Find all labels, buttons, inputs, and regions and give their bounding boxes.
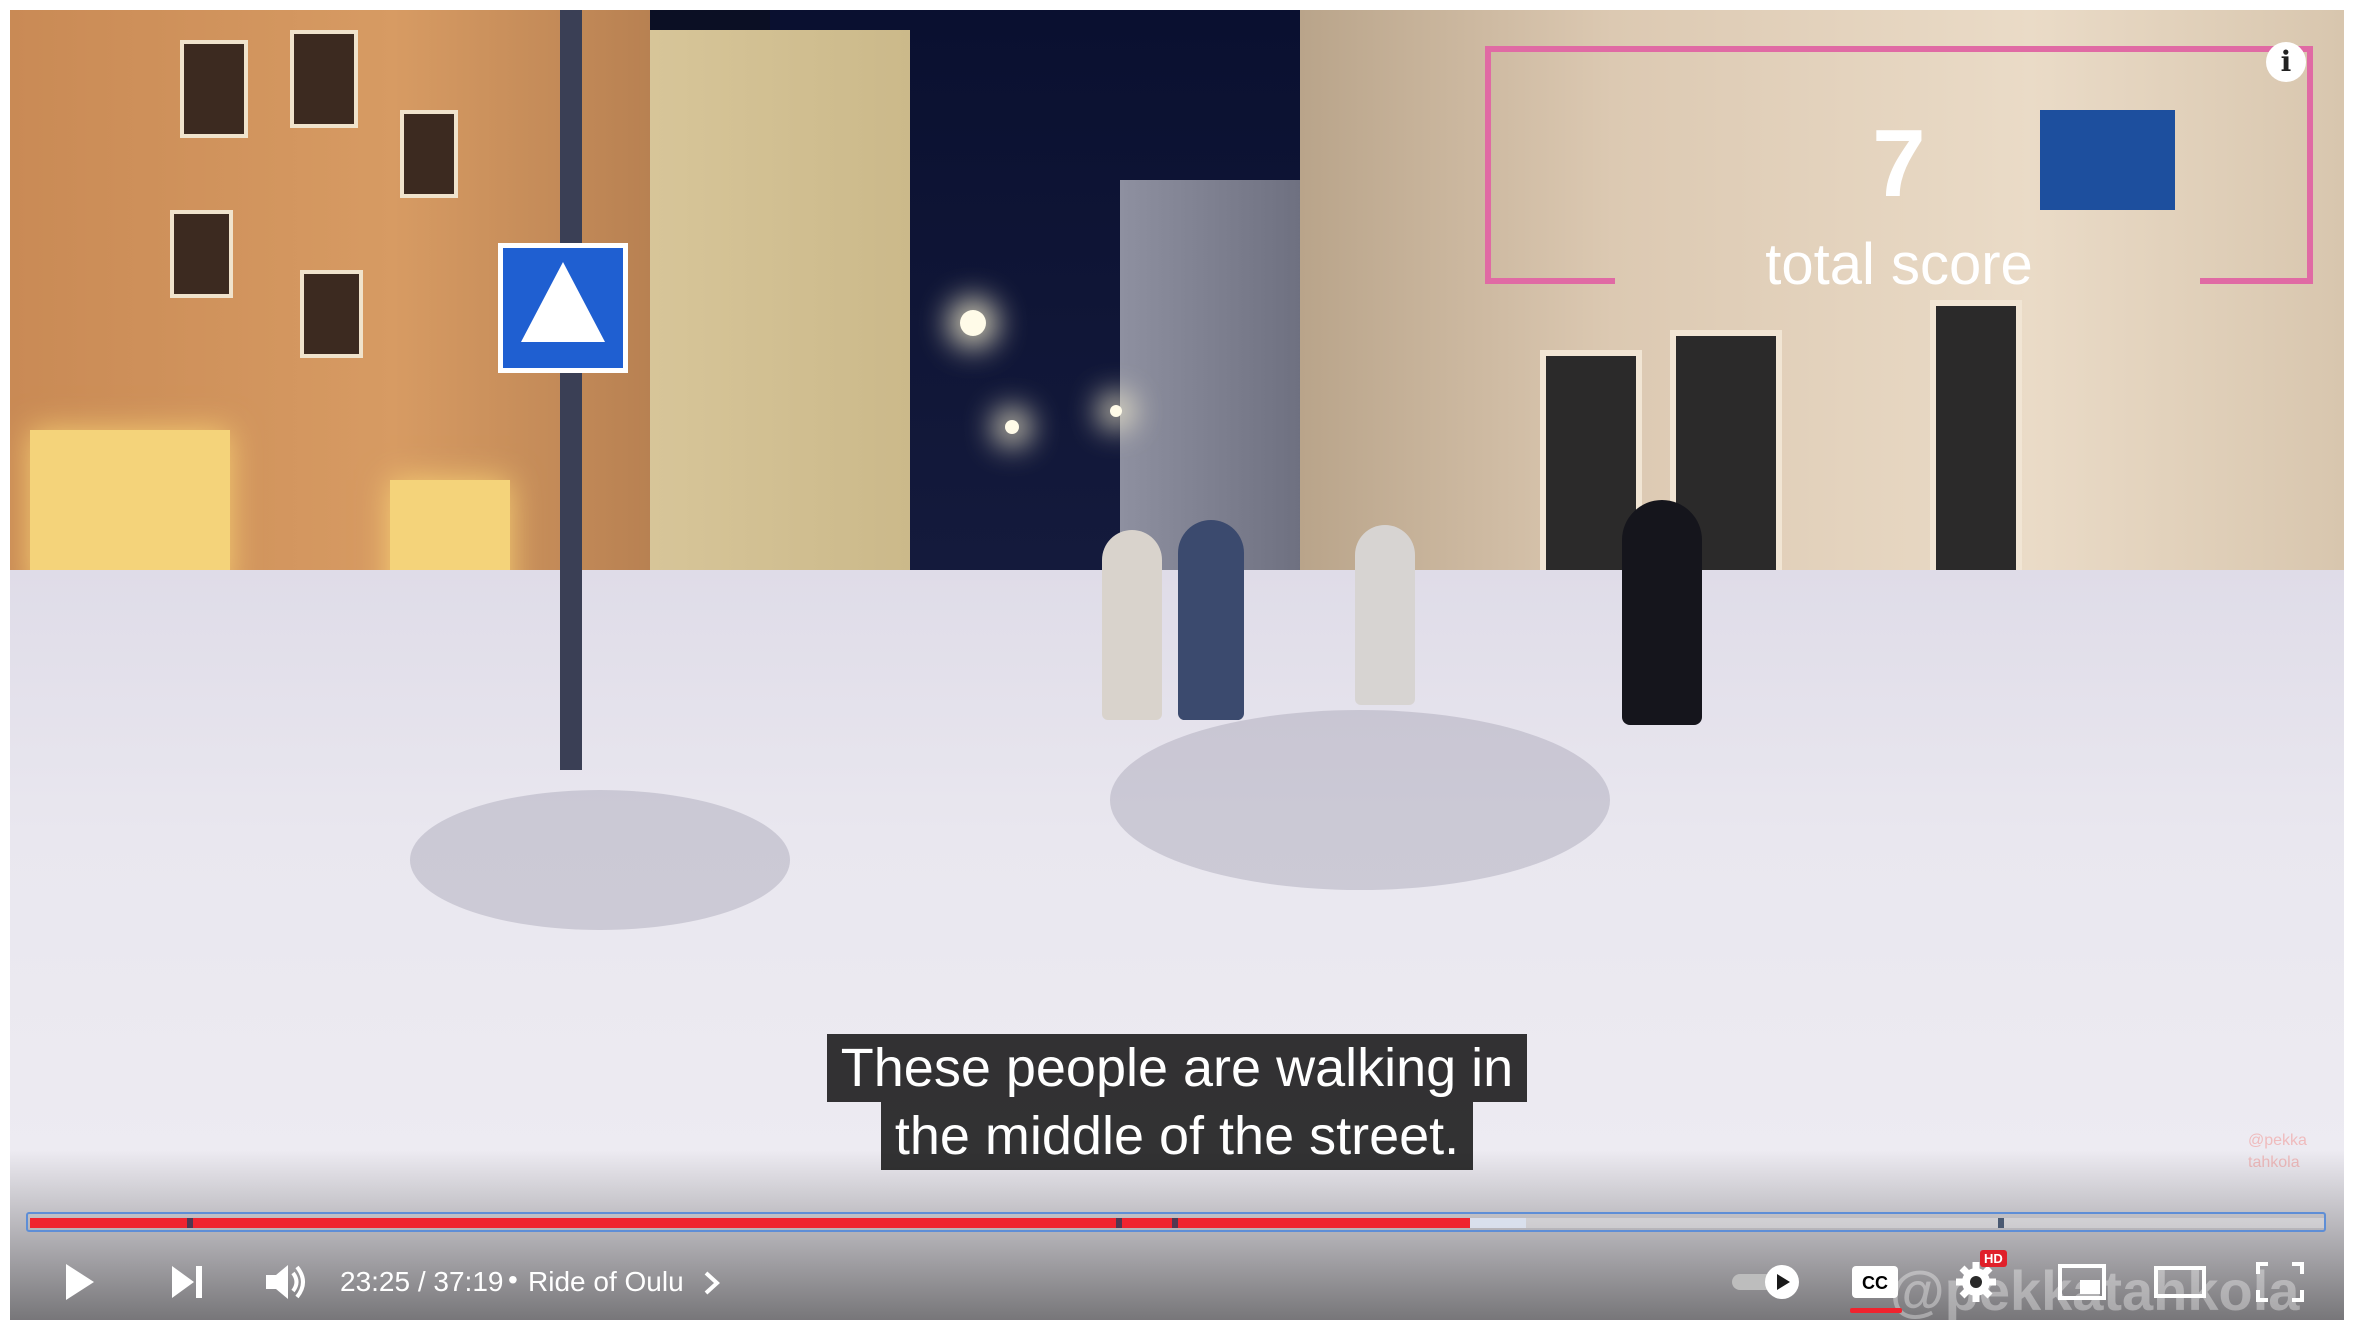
- street-lamp: [1005, 420, 1019, 434]
- svg-text:CC: CC: [1862, 1273, 1888, 1293]
- progress-bar[interactable]: [30, 1218, 2324, 1228]
- volume-icon: [266, 1265, 305, 1299]
- video-player[interactable]: 7 total score i @pekka tahkola These peo…: [10, 10, 2344, 1320]
- chapter-chevron[interactable]: [700, 1268, 724, 1303]
- fullscreen-icon: [2256, 1262, 2304, 1302]
- score-overlay: 7 total score: [1485, 46, 2313, 294]
- building-window: [290, 30, 358, 128]
- score-frame-top: [1485, 46, 2313, 52]
- snow-track: [410, 790, 790, 930]
- pedestrian: [1102, 530, 1162, 720]
- chapter-marker: [1998, 1218, 2005, 1228]
- captions-active-indicator: [1850, 1308, 1902, 1313]
- pedestrian-crossing-sign: [498, 243, 628, 373]
- theater-mode-button[interactable]: [2150, 1254, 2210, 1310]
- fullscreen-button[interactable]: [2250, 1254, 2310, 1310]
- chapter-marker: [1116, 1218, 1123, 1228]
- captions-icon: CC: [1852, 1266, 1898, 1298]
- street-lamp: [1110, 405, 1122, 417]
- progress-played: [30, 1218, 1470, 1228]
- theater-icon: [2154, 1266, 2206, 1298]
- score-label: total score: [1765, 232, 2033, 297]
- chevron-right-icon: [704, 1271, 720, 1295]
- captions-button[interactable]: CC: [1846, 1254, 1906, 1310]
- mute-button[interactable]: [258, 1254, 314, 1310]
- chapter-marker: [1172, 1218, 1179, 1228]
- autoplay-toggle-icon: [1732, 1265, 1799, 1299]
- autoplay-toggle[interactable]: [1728, 1254, 1808, 1310]
- play-icon: [66, 1264, 94, 1300]
- next-icon: [172, 1266, 202, 1298]
- street-lamp: [960, 310, 986, 336]
- building-window: [180, 40, 248, 138]
- snow-track: [1110, 710, 1610, 890]
- pedestrian: [1622, 500, 1702, 725]
- shop-window: [30, 430, 230, 590]
- next-button[interactable]: [160, 1254, 216, 1310]
- chapter-marker: [187, 1218, 194, 1228]
- chapter-title-button[interactable]: Ride of Oulu: [528, 1266, 684, 1298]
- score-value: 7: [1872, 110, 1926, 217]
- miniplayer-button[interactable]: [2052, 1254, 2112, 1310]
- time-display: 23:25 / 37:19: [340, 1266, 504, 1297]
- pedestrian: [1178, 520, 1244, 720]
- building-window: [400, 110, 458, 198]
- sign-pole: [560, 10, 582, 770]
- caption-line: These people are walking in: [826, 1034, 1528, 1102]
- building-window: [170, 210, 233, 298]
- info-icon[interactable]: i: [2266, 42, 2306, 82]
- building-far: [1120, 180, 1320, 580]
- building-window: [300, 270, 363, 358]
- building-left-far: [610, 30, 910, 610]
- pedestrian: [1355, 525, 1415, 705]
- building-window: [1930, 300, 2022, 592]
- play-button[interactable]: [50, 1254, 106, 1310]
- miniplayer-icon: [2058, 1264, 2106, 1300]
- chapter-separator: •: [508, 1264, 518, 1295]
- hd-badge: HD: [1980, 1250, 2007, 1267]
